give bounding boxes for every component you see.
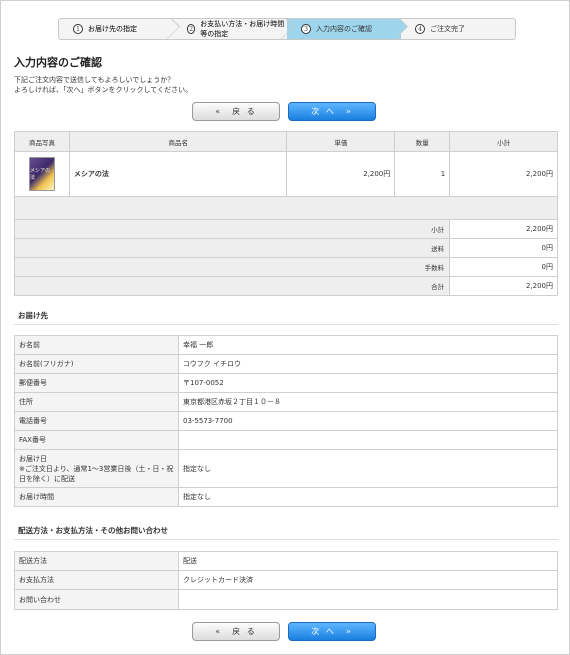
summary-label: 合計 — [13, 276, 451, 296]
field-label: 住所 — [14, 392, 179, 412]
step-3-current: 3 入力内容のご確認 — [287, 19, 401, 39]
field-label: 配送方法 — [14, 551, 179, 571]
back-button-bottom[interactable]: « 戻 る — [192, 622, 280, 641]
section-divider — [14, 324, 558, 325]
table-row: お名前 幸福 一郎 — [14, 335, 558, 355]
table-row: 住所 東京都港区赤坂２丁目１０－８ — [14, 392, 558, 412]
field-label: 郵便番号 — [14, 373, 179, 393]
product-quantity: 1 — [394, 151, 451, 197]
product-photo-cell: メシアの法 — [14, 151, 70, 197]
field-label: お問い合わせ — [14, 589, 179, 610]
next-button[interactable]: 次 へ » — [288, 102, 376, 121]
field-value: コウフク イチロウ — [178, 354, 558, 374]
field-value: 〒107-0052 — [178, 373, 558, 393]
summary-label: 送料 — [13, 238, 451, 258]
table-row: メシアの法 メシアの法 2,200円 1 2,200円 — [14, 151, 558, 197]
step-4: 4 ご注文完了 — [401, 19, 515, 39]
table-row: お問い合わせ — [14, 589, 558, 610]
field-value: 指定なし — [178, 449, 558, 488]
step-label: お届け先の指定 — [88, 25, 137, 33]
product-subtotal: 2,200円 — [449, 151, 558, 197]
table-row: 郵便番号 〒107-0052 — [14, 373, 558, 393]
field-label: 電話番号 — [14, 411, 179, 431]
book-cover-title: メシアの法 — [29, 168, 50, 181]
shipping-section-title: 配送方法・お支払方法・その他お問い合わせ — [18, 526, 168, 535]
step-label: 入力内容のご確認 — [316, 25, 372, 33]
product-price: 2,200円 — [286, 151, 396, 197]
step-label: ご注文完了 — [430, 25, 465, 33]
checkout-steps: 1 お届け先の指定 2 お支払い方法・お届け時間等の指定 3 入力内容のご確認 4 ご注… — [58, 18, 516, 40]
back-button[interactable]: « 戻 る — [192, 102, 280, 121]
summary-label: 小計 — [13, 219, 451, 239]
table-row: 電話番号 03-5573-7700 — [14, 411, 558, 431]
step-number: 2 — [187, 24, 196, 34]
page-title: 入力内容のご確認 — [14, 56, 102, 69]
field-label: お名前 — [14, 335, 179, 355]
summary-row: 小計 2,200円 — [13, 219, 558, 239]
summary-value: 2,200円 — [449, 276, 558, 296]
field-value: 配送 — [178, 551, 558, 571]
field-value: クレジットカード決済 — [178, 570, 558, 590]
section-divider — [14, 539, 558, 540]
table-row: 配送方法 配送 — [14, 551, 558, 571]
intro-line: よろしければ、「次へ」ボタンをクリックしてください。 — [14, 86, 193, 94]
field-label: お名前(フリガナ) — [14, 354, 179, 374]
table-row: FAX番号 — [14, 430, 558, 450]
table-header-row: 商品写真 商品名 単価 数量 小計 — [14, 131, 558, 152]
field-label: お支払方法 — [14, 570, 179, 590]
summary-row: 送料 0円 — [13, 238, 558, 258]
field-value — [178, 589, 558, 610]
step-1: 1 お届け先の指定 — [59, 19, 173, 39]
summary-value: 2,200円 — [449, 219, 558, 239]
column-header: 商品名 — [68, 131, 288, 152]
delivery-section-title: お届け先 — [18, 311, 48, 320]
column-header: 商品写真 — [14, 131, 70, 152]
field-value: 03-5573-7700 — [178, 411, 558, 431]
shipping-table: 配送方法 配送 お支払方法 クレジットカード決済 お問い合わせ — [14, 551, 558, 610]
column-header: 単価 — [286, 131, 396, 152]
intro-line: 下記ご注文内容で送信してもよろしいでしょうか？ — [14, 76, 175, 84]
step-number: 1 — [73, 24, 83, 34]
delivery-date-note: ※ご注文日より、通常1〜3営業日後（土・日・祝日を除く）に配送 — [19, 464, 174, 483]
spacer-row — [14, 196, 558, 220]
table-row: お届け日 ※ご注文日より、通常1〜3営業日後（土・日・祝日を除く）に配送 指定な… — [14, 449, 558, 488]
field-label: お届け日 ※ご注文日より、通常1〜3営業日後（土・日・祝日を除く）に配送 — [14, 449, 179, 488]
step-label: お支払い方法・お届け時間等の指定 — [200, 20, 285, 38]
delivery-table: お名前 幸福 一郎 お名前(フリガナ) コウフク イチロウ 郵便番号 〒107-005… — [14, 335, 558, 507]
column-header: 数量 — [394, 131, 451, 152]
summary-label: 手数料 — [13, 257, 451, 277]
table-row: お名前(フリガナ) コウフク イチロウ — [14, 354, 558, 374]
step-number: 4 — [415, 24, 425, 34]
product-name: メシアの法 — [68, 151, 288, 197]
page-frame: 1 お届け先の指定 2 お支払い方法・お届け時間等の指定 3 入力内容のご確認 4 ご注… — [0, 0, 570, 655]
field-value — [178, 430, 558, 450]
field-value: 指定なし — [178, 487, 558, 507]
product-image[interactable]: メシアの法 — [28, 157, 55, 191]
delivery-date-label: お届け日 — [19, 454, 47, 463]
field-value: 幸福 一郎 — [178, 335, 558, 355]
order-items-table: 商品写真 商品名 単価 数量 小計 メシアの法 メシアの法 2,200円 1 2… — [13, 131, 558, 296]
table-row: お支払方法 クレジットカード決済 — [14, 570, 558, 590]
summary-row: 合計 2,200円 — [13, 276, 558, 296]
step-2: 2 お支払い方法・お届け時間等の指定 — [173, 19, 287, 39]
column-header: 小計 — [449, 131, 558, 152]
field-label: FAX番号 — [14, 430, 179, 450]
summary-value: 0円 — [449, 257, 558, 277]
intro-text: 下記ご注文内容で送信してもよろしいでしょうか？ よろしければ、「次へ」ボタンをク… — [14, 75, 192, 95]
field-label: お届け時間 — [14, 487, 179, 507]
summary-row: 手数料 0円 — [13, 257, 558, 277]
next-button-bottom[interactable]: 次 へ » — [288, 622, 376, 641]
field-value: 東京都港区赤坂２丁目１０－８ — [178, 392, 558, 412]
step-number: 3 — [301, 24, 311, 34]
table-row: お届け時間 指定なし — [14, 487, 558, 507]
summary-value: 0円 — [449, 238, 558, 258]
